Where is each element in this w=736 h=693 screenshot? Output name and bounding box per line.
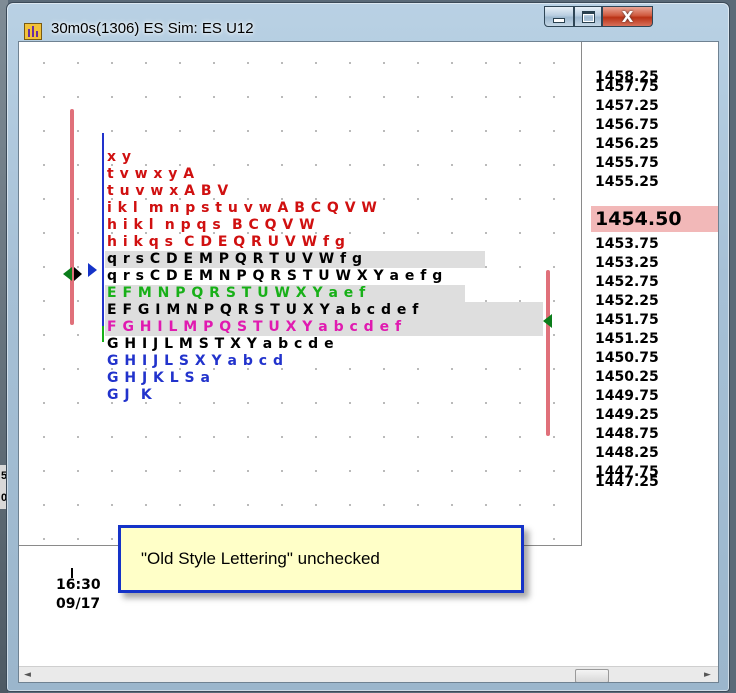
range-bar-right xyxy=(546,270,550,436)
price-axis-label: 1450.25 xyxy=(595,369,659,385)
callout-text: "Old Style Lettering" unchecked xyxy=(141,549,380,568)
tpo-row: t v w x y A xyxy=(107,166,195,182)
price-axis-label: 1452.25 xyxy=(595,293,659,309)
profile-range-line xyxy=(102,133,104,326)
price-axis-label: 1451.75 xyxy=(595,312,659,328)
tpo-row: F G H I L M P Q S T U X Y a b c d e f xyxy=(107,319,402,335)
tpo-row: h i k q s C D E Q R U V W f g xyxy=(107,234,346,250)
price-axis-label: 1448.25 xyxy=(595,445,659,461)
price-axis-label: 1450.75 xyxy=(595,350,659,366)
profile-range-line-green xyxy=(102,326,104,342)
chart-client-area[interactable]: x yt v w x y At u v w x A B Vi k l m n p… xyxy=(18,41,719,683)
open-marker-icon xyxy=(88,263,97,277)
tpo-profile-plot[interactable]: x yt v w x y At u v w x A B Vi k l m n p… xyxy=(19,42,582,546)
date-label: 09/17 xyxy=(56,596,101,612)
tpo-row: E F G I M N P Q R S T U X Y a b c d e f xyxy=(107,302,419,318)
maximize-button[interactable] xyxy=(574,6,602,27)
time-label: 16:30 xyxy=(56,577,101,593)
close-button[interactable]: X xyxy=(602,6,653,27)
price-axis-label: 1451.25 xyxy=(595,331,659,347)
price-axis-label: 1453.75 xyxy=(595,236,659,252)
tpo-row: G H I J L M S T X Y a b c d e xyxy=(107,336,335,352)
tpo-row: G H I J L S X Y a b c d xyxy=(107,353,284,369)
price-axis-label: 1457.25 xyxy=(595,98,659,114)
right-marker-icon xyxy=(543,314,552,328)
tpo-row: h i k l n p q s B C Q V W xyxy=(107,217,316,233)
tpo-row: q r s C D E M P Q R T U V W f g xyxy=(107,251,363,267)
horizontal-scrollbar[interactable]: ◄ ► xyxy=(19,666,718,682)
left-marker-icon xyxy=(63,267,72,281)
price-axis-label: 1457.75 xyxy=(595,79,659,95)
chart-window: 30m0s(1306) ES Sim: ES U12 X x yt v w x … xyxy=(6,2,730,692)
price-axis-label: 1453.25 xyxy=(595,255,659,271)
scroll-left-arrow-icon[interactable]: ◄ xyxy=(19,667,36,682)
left-marker-black-icon xyxy=(74,267,82,281)
tpo-row: G J K xyxy=(107,387,153,403)
close-icon: X xyxy=(621,7,634,26)
tpo-row: q r s C D E M N P Q R S T U W X Y a e f … xyxy=(107,268,443,284)
scrollbar-thumb[interactable] xyxy=(575,669,609,682)
annotation-callout: "Old Style Lettering" unchecked xyxy=(118,525,524,593)
price-axis-label: 1449.75 xyxy=(595,388,659,404)
title-bar[interactable]: 30m0s(1306) ES Sim: ES U12 X xyxy=(7,3,729,41)
price-axis-label: 1452.75 xyxy=(595,274,659,290)
tpo-row: E F M N P Q R S T U W X Y a e f xyxy=(107,285,366,301)
tpo-row: x y xyxy=(107,149,132,165)
current-price-label: 1454.50 xyxy=(591,206,718,232)
price-axis-label: 1449.25 xyxy=(595,407,659,423)
price-axis-label: 1447.25 xyxy=(595,474,659,490)
price-axis-label: 1455.75 xyxy=(595,155,659,171)
window-title: 30m0s(1306) ES Sim: ES U12 xyxy=(51,20,254,37)
tpo-row: i k l m n p s t u v w A B C Q V W xyxy=(107,200,378,216)
minimize-button[interactable] xyxy=(544,6,574,27)
app-chart-icon[interactable] xyxy=(24,23,42,40)
tpo-row: G H J K L S a xyxy=(107,370,211,386)
price-axis-label: 1456.25 xyxy=(595,136,659,152)
minimize-icon xyxy=(553,18,565,23)
price-axis-label: 1455.25 xyxy=(595,174,659,190)
scroll-right-arrow-icon[interactable]: ► xyxy=(699,667,716,682)
price-axis-label: 1448.75 xyxy=(595,426,659,442)
range-bar-left xyxy=(70,109,74,325)
price-axis-label: 1456.75 xyxy=(595,117,659,133)
maximize-icon xyxy=(581,10,595,23)
tpo-row: t u v w x A B V xyxy=(107,183,229,199)
